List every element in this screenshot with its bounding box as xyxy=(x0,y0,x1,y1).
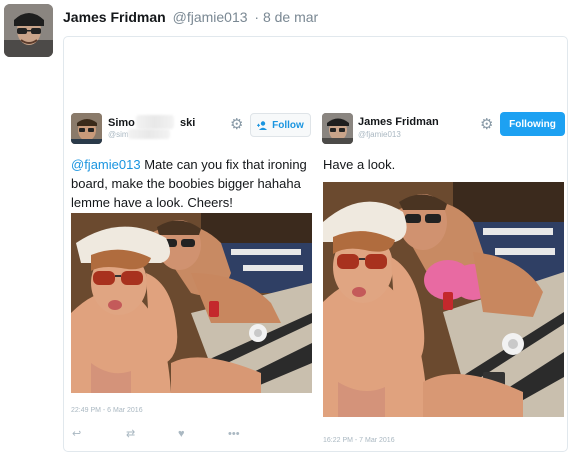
redacted-name xyxy=(136,115,174,129)
following-button: Following xyxy=(500,112,565,136)
reply-icon: ↩ xyxy=(72,428,82,440)
like-icon: ♥ xyxy=(178,428,185,440)
original-tweet-screenshot: Simo ski @sim ⚙ Follow @fjamie013 Mate c… xyxy=(64,37,314,451)
requester-avatar xyxy=(71,113,102,144)
requester-name-start: Simo xyxy=(108,117,135,129)
request-tweet-text: @fjamie013 Mate can you fix that ironing… xyxy=(71,155,311,212)
reply-timestamp: 16:22 PM - 7 Mar 2016 xyxy=(323,437,395,444)
edited-photo xyxy=(323,182,564,417)
reply-tweet-text: Have a look. xyxy=(323,157,396,172)
request-timestamp: 22:49 PM - 6 Mar 2016 xyxy=(71,407,143,414)
gear-icon: ⚙ xyxy=(480,116,494,133)
requester-name-end: ski xyxy=(180,117,196,129)
reply-tweet-screenshot: James Fridman @fjamie013 ⚙ Following Hav… xyxy=(317,37,567,451)
more-icon: ••• xyxy=(228,428,240,440)
fridman-name: James Fridman xyxy=(358,116,439,128)
tweet-header: James Fridman @fjamie013 · 8 de mar xyxy=(63,9,318,25)
redacted-handle xyxy=(128,129,170,139)
fridman-avatar xyxy=(322,113,353,144)
following-label: Following xyxy=(509,118,556,130)
tweet-media[interactable]: Simo ski @sim ⚙ Follow @fjamie013 Mate c… xyxy=(63,36,568,452)
tweet-date[interactable]: · 8 de mar xyxy=(254,9,318,25)
gear-icon: ⚙ xyxy=(230,116,244,133)
fridman-handle: @fjamie013 xyxy=(358,130,401,139)
requester-avatar-image xyxy=(71,113,102,144)
requester-handle: @sim xyxy=(108,130,129,139)
original-photo-image xyxy=(71,213,312,393)
tweet-actions: ↩ ⇄ ♥ ••• xyxy=(70,427,240,441)
author-name[interactable]: James Fridman xyxy=(63,9,166,25)
retweet-icon: ⇄ xyxy=(126,428,136,440)
add-user-icon xyxy=(257,120,268,130)
author-avatar-image xyxy=(4,4,53,57)
follow-label: Follow xyxy=(272,119,304,131)
mention-link: @fjamie013 xyxy=(71,157,141,172)
author-avatar[interactable] xyxy=(4,4,53,57)
author-handle[interactable]: @fjamie013 xyxy=(173,9,248,25)
original-photo xyxy=(71,213,312,393)
edited-photo-image xyxy=(323,182,564,417)
fridman-avatar-image xyxy=(322,113,353,144)
follow-button: Follow xyxy=(250,113,311,137)
